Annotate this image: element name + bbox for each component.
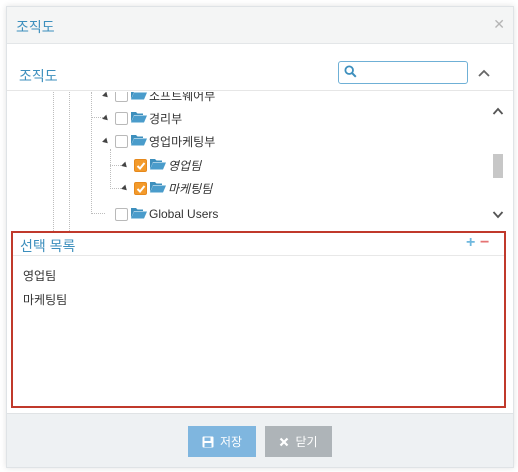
remove-icon[interactable]: − [480, 234, 489, 252]
tree-scrollbar[interactable] [487, 92, 509, 231]
dialog-title: 조직도 [16, 19, 55, 35]
list-item[interactable]: 영업팀 [23, 267, 56, 284]
dialog-titlebar: 조직도 ✕ [7, 7, 513, 44]
tree-checkbox-checked[interactable] [134, 181, 147, 195]
tree-node-global-users[interactable]: Global Users [115, 205, 218, 223]
tree-node-label: 소프트웨어부 [149, 92, 216, 103]
folder-icon [150, 158, 166, 173]
tree-node-sales-marketing[interactable]: 영업마케팅부 [102, 132, 216, 150]
selected-list-header: 선택 목록 + − [13, 233, 504, 256]
folder-icon [131, 111, 147, 126]
folder-icon [150, 181, 166, 196]
expand-arrow-icon[interactable] [102, 92, 110, 99]
expand-arrow-icon[interactable] [102, 137, 110, 145]
expand-arrow-icon[interactable] [102, 114, 110, 122]
save-button[interactable]: 저장 [188, 426, 256, 457]
tree-node-label: Global Users [149, 207, 219, 221]
search-input[interactable] [361, 64, 463, 81]
tree-checkbox-checked[interactable] [134, 158, 147, 172]
dialog-footer: 저장 닫기 [7, 413, 513, 467]
tree-checkbox[interactable] [115, 111, 128, 125]
folder-icon [131, 134, 147, 149]
expand-arrow-icon[interactable] [121, 184, 129, 192]
search-box[interactable] [338, 61, 468, 84]
save-button-label: 저장 [219, 435, 243, 449]
org-chart-dialog: 조직도 ✕ 조직도 소프트웨어부 경리부 영업마케팅부 영업팀 마케팅팀 Glo… [6, 6, 514, 468]
close-button-label: 닫기 [295, 435, 318, 449]
chevron-up-icon[interactable] [477, 67, 491, 79]
folder-icon [131, 92, 147, 103]
list-item[interactable]: 마케팅팀 [23, 291, 67, 308]
tree-checkbox[interactable] [115, 92, 128, 102]
scrollbar-thumb[interactable] [493, 154, 503, 178]
add-icon[interactable]: + [466, 234, 475, 252]
tree-node-software[interactable]: 소프트웨어부 [102, 92, 216, 104]
search-icon [344, 65, 357, 81]
tree-node-label: 영업마케팅부 [149, 134, 216, 149]
scroll-up-icon[interactable] [492, 104, 504, 118]
tree-checkbox[interactable] [115, 207, 128, 221]
tree-node-marketing-team[interactable]: 마케팅팀 [121, 179, 213, 197]
org-chart-header: 조직도 [7, 55, 513, 91]
close-icon[interactable]: ✕ [493, 17, 505, 31]
close-button[interactable]: 닫기 [265, 426, 332, 457]
scroll-down-icon[interactable] [492, 208, 504, 222]
tree-node-sales-team[interactable]: 영업팀 [121, 156, 202, 174]
tree-node-label: 마케팅팀 [168, 181, 213, 196]
org-chart-label: 조직도 [19, 68, 58, 84]
save-icon [202, 436, 214, 448]
org-tree: 소프트웨어부 경리부 영업마케팅부 영업팀 마케팅팀 Global Users [7, 92, 513, 231]
close-icon [279, 437, 289, 447]
folder-icon [131, 207, 147, 222]
selected-list-title: 선택 목록 [20, 238, 76, 254]
expand-arrow-icon[interactable] [121, 161, 129, 169]
tree-checkbox[interactable] [115, 134, 128, 148]
tree-node-label: 경리부 [149, 111, 183, 126]
tree-node-label: 영업팀 [168, 158, 202, 173]
selected-list-panel: 선택 목록 + − 영업팀 마케팅팀 [11, 231, 506, 408]
tree-node-accounting[interactable]: 경리부 [102, 109, 183, 127]
